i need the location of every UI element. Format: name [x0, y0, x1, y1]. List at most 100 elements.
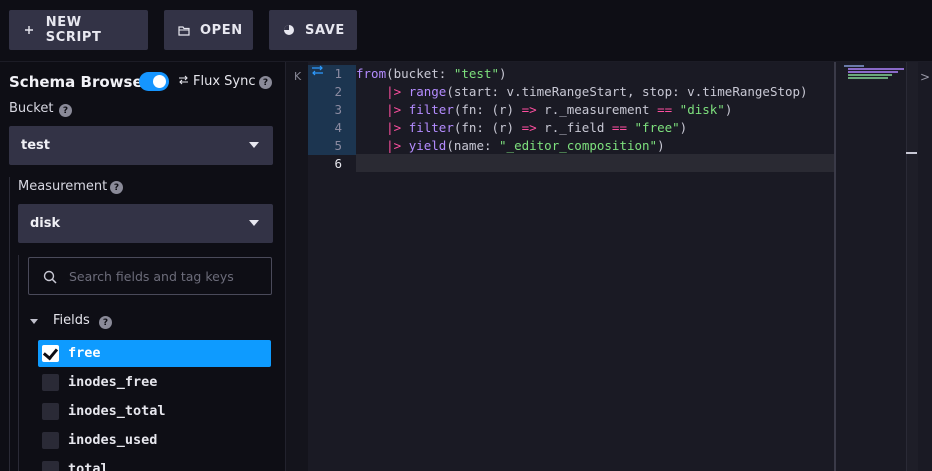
fields-help-icon[interactable]: ? — [99, 316, 112, 329]
code-line-1: from(bucket: "test") — [356, 65, 507, 83]
code-token: |> — [386, 138, 402, 153]
toggle-knob — [153, 75, 166, 88]
code-editor[interactable]: 1 2 3 4 5 6 from(bucket: "test") |> rang… — [308, 62, 834, 471]
schema-browser: Schema Browser Flux Sync ? Bucket ? test… — [0, 62, 286, 471]
chevron-down-icon — [249, 142, 259, 148]
save-button[interactable]: SAVE — [269, 10, 357, 50]
field-name: inodes_used — [68, 432, 158, 448]
code-token: (name: — [446, 138, 500, 153]
bucket-help-icon[interactable]: ? — [59, 104, 72, 117]
field-item-inodes-used[interactable]: inodes_used — [38, 427, 271, 454]
code-token: "free" — [634, 120, 680, 135]
measurement-help-icon[interactable]: ? — [110, 181, 123, 194]
code-token: "disk" — [679, 102, 725, 117]
new-script-button[interactable]: NEW SCRIPT — [9, 10, 148, 50]
line-number: 4 — [308, 119, 356, 137]
code-line-3: |> filter(fn: (r) => r._measurement == "… — [356, 101, 732, 119]
flux-sync: Flux Sync — [178, 74, 256, 89]
minimap-line — [848, 71, 898, 73]
collapse-panel-icon[interactable]: K — [294, 70, 301, 83]
code-token: => — [521, 102, 537, 117]
minimap-line — [848, 77, 888, 79]
line-number: 6 — [334, 156, 342, 171]
code-token: => — [521, 120, 537, 135]
current-line-highlight — [356, 154, 834, 172]
code-token: (bucket: — [386, 66, 454, 81]
field-name: inodes_free — [68, 374, 158, 390]
field-item-free[interactable]: free — [38, 340, 271, 367]
field-search-input[interactable]: Search fields and tag keys — [28, 257, 272, 295]
expand-panel-icon[interactable]: > — [920, 70, 930, 84]
folder-icon — [178, 23, 190, 37]
minimap-line — [848, 74, 892, 76]
checkbox-checked[interactable] — [42, 345, 59, 362]
code-token: (start: v.timeRangeStart, stop: v.timeRa… — [446, 84, 808, 99]
code-token: filter — [408, 102, 454, 117]
code-line-4: |> filter(fn: (r) => r._field == "free") — [356, 119, 687, 137]
new-script-label: NEW SCRIPT — [45, 15, 102, 45]
code-token: r._measurement — [536, 102, 658, 117]
field-name: free — [68, 345, 101, 361]
schema-browser-title: Schema Browser — [9, 73, 151, 91]
code-token: == — [657, 102, 673, 117]
measurement-label: Measurement — [18, 179, 108, 194]
bucket-selected-value: test — [21, 138, 50, 153]
code-token: "test" — [453, 66, 499, 81]
code-token: r._field — [536, 120, 612, 135]
sync-arrows-icon — [178, 74, 189, 89]
code-token: == — [611, 120, 627, 135]
bucket-label: Bucket — [9, 101, 54, 116]
editor-scrollbar[interactable] — [906, 62, 918, 471]
chevron-down-icon — [249, 220, 259, 226]
code-token: (fn: (r) — [453, 120, 522, 135]
field-item-inodes-total[interactable]: inodes_total — [38, 398, 271, 425]
line-number: 5 — [308, 137, 356, 155]
fields-label: Fields — [53, 313, 90, 328]
code-token: from — [356, 66, 387, 81]
toolbar: NEW SCRIPT OPEN SAVE — [0, 0, 932, 62]
plus-icon — [23, 23, 36, 37]
line-number-gutter: 1 2 3 4 5 6 — [308, 62, 356, 471]
panel-splitter[interactable] — [286, 62, 308, 471]
field-item-total[interactable]: total — [38, 456, 271, 471]
code-token: yield — [408, 138, 447, 153]
code-token: filter — [408, 120, 454, 135]
checkbox[interactable] — [42, 374, 59, 391]
code-token: ) — [499, 66, 507, 81]
save-icon — [283, 23, 295, 37]
tree-guide-line — [9, 177, 10, 471]
code-token: ) — [724, 102, 733, 117]
code-token: ) — [679, 120, 688, 135]
minimap-line — [848, 68, 904, 70]
measurement-dropdown[interactable]: disk — [18, 204, 273, 243]
code-token: |> — [386, 120, 402, 135]
code-line-2: |> range(start: v.timeRangeStart, stop: … — [356, 83, 808, 101]
flux-sync-toggle[interactable] — [139, 72, 169, 91]
tree-guide-line — [18, 255, 19, 471]
search-placeholder: Search fields and tag keys — [69, 269, 234, 284]
flux-sync-help-icon[interactable]: ? — [259, 76, 272, 89]
measurement-selected-value: disk — [30, 216, 61, 231]
flux-sync-label: Flux Sync — [193, 74, 256, 89]
field-item-inodes-free[interactable]: inodes_free — [38, 369, 271, 396]
search-icon — [43, 269, 57, 284]
code-token: |> — [386, 84, 402, 99]
checkbox[interactable] — [42, 403, 59, 420]
code-token: |> — [386, 102, 402, 117]
line-number: 3 — [308, 101, 356, 119]
save-label: SAVE — [305, 22, 345, 38]
code-line-5: |> yield(name: "_editor_composition") — [356, 137, 665, 155]
code-token: (fn: (r) — [453, 102, 522, 117]
field-name: total — [68, 461, 109, 471]
checkbox[interactable] — [42, 432, 59, 449]
code-token: "_editor_composition" — [499, 138, 658, 153]
checkbox[interactable] — [42, 461, 59, 471]
open-button[interactable]: OPEN — [164, 10, 253, 50]
bucket-dropdown[interactable]: test — [9, 126, 273, 165]
